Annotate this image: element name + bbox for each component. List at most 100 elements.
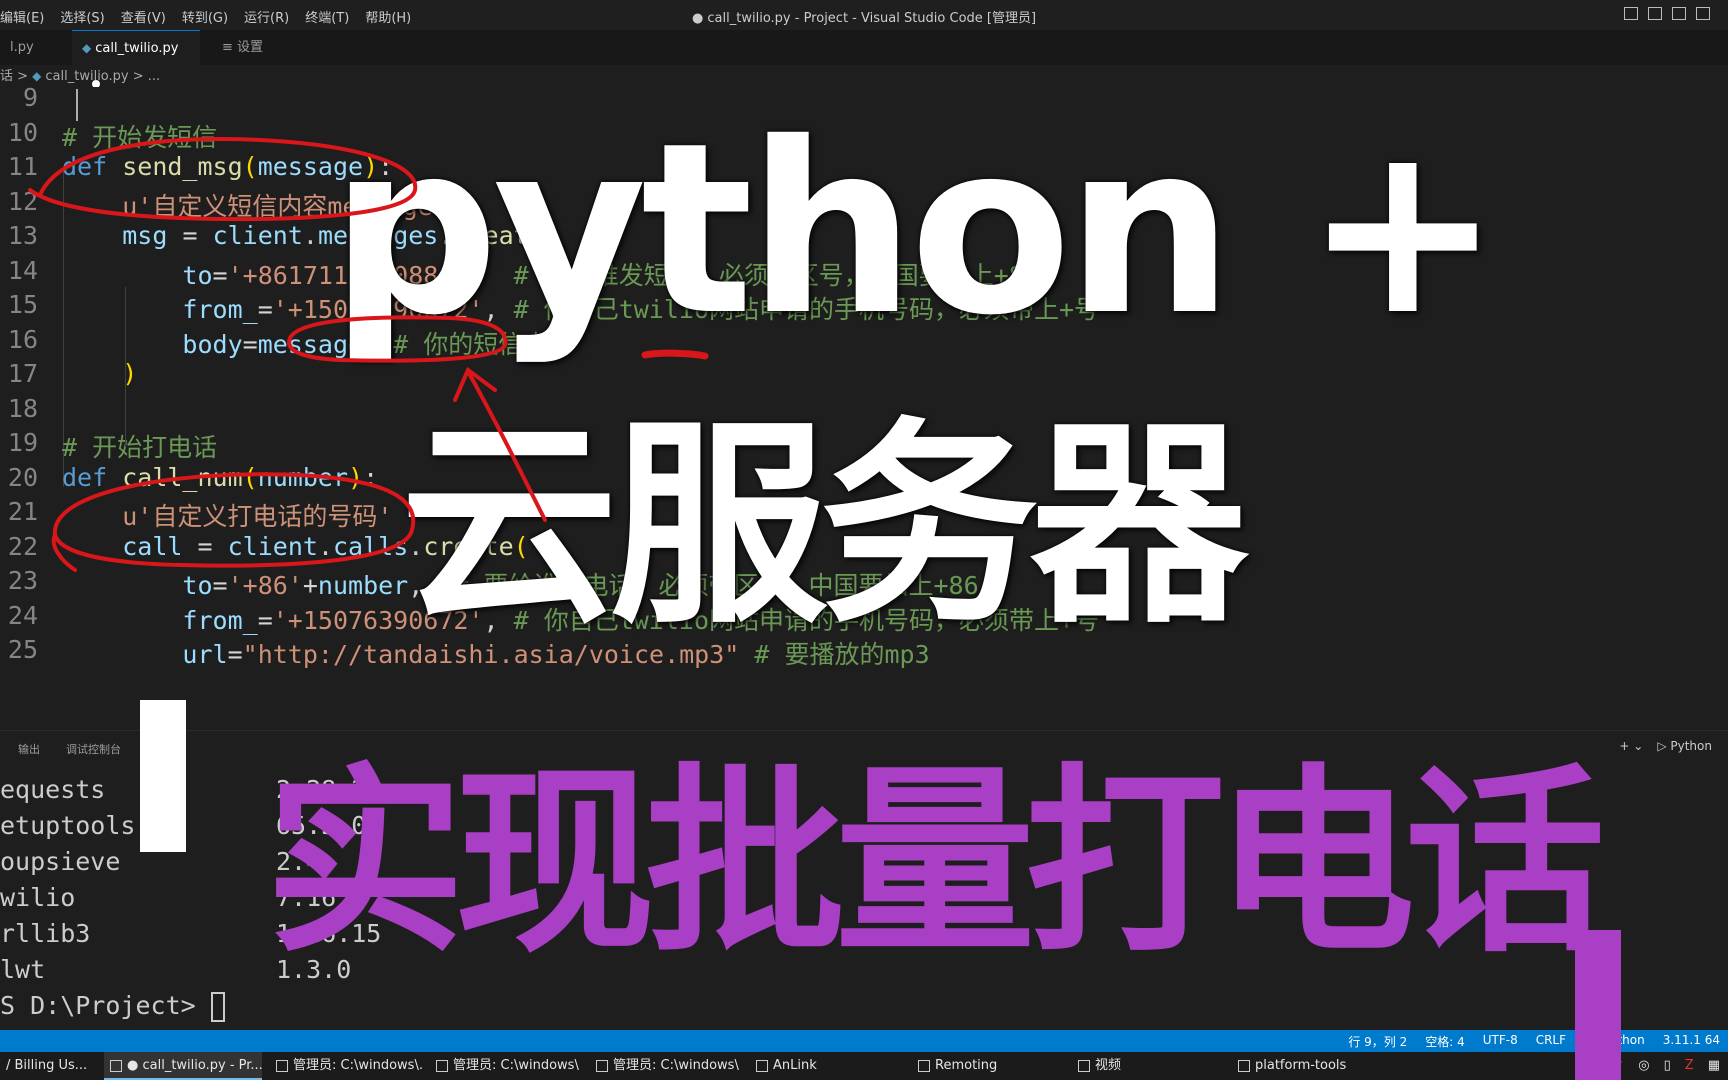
indentation[interactable]: 空格: 4: [1425, 1033, 1465, 1050]
terminal-prompt[interactable]: S D:\Project>: [0, 991, 225, 1027]
package-name: lwt: [0, 955, 46, 984]
system-tray: ⌃ ◎ ▯ Z ▦: [1613, 1058, 1720, 1073]
taskbar-label: 管理员: C:\windows\...: [453, 1058, 580, 1073]
package-name: wilio: [0, 883, 76, 912]
breadcrumb-folder[interactable]: 话 >: [0, 69, 28, 84]
taskbar-label: AnLink: [773, 1058, 817, 1073]
shell-label: Python: [1670, 739, 1712, 753]
line-number: 11: [7, 152, 38, 181]
line-number: 20: [7, 462, 38, 492]
taskbar-item[interactable]: platform-tools: [1232, 1052, 1382, 1080]
toggle-panel-icon[interactable]: [1648, 7, 1662, 20]
tray-usb-icon[interactable]: ▯: [1664, 1058, 1671, 1073]
indent-guide: [125, 287, 126, 447]
breadcrumb-symbols[interactable]: > ...: [133, 69, 160, 84]
taskbar-label: ● call_twilio.py - Pr...: [127, 1058, 262, 1073]
terminal-row: wilio 7.16.5: [0, 883, 366, 919]
tray-filezilla-icon[interactable]: Z: [1685, 1058, 1694, 1073]
menu-bar: 编辑(E) 选择(S) 查看(V) 转到(G) 运行(R) 终端(T) 帮助(H) ● ca…: [0, 0, 1728, 30]
overlay-caption: 实现批量打电话: [265, 747, 1605, 980]
line-number: 16: [7, 324, 38, 354]
taskbar-item[interactable]: 视频: [1072, 1052, 1222, 1080]
new-terminal-plus-icon[interactable]: + ⌄: [1619, 739, 1643, 753]
line-number: 17: [7, 359, 38, 388]
app-icon: [276, 1059, 288, 1072]
tab-debug-console[interactable]: 调试控制台: [66, 741, 121, 757]
breadcrumb-file[interactable]: call_twilio.py: [45, 69, 128, 84]
terminal-output[interactable]: equests 2.28.2 etuptools 65.5.0 oupsieve 2.4 w…: [0, 775, 381, 1027]
python-interpreter[interactable]: 3.11.1 64: [1663, 1033, 1720, 1050]
tab-l-py[interactable]: l.py: [0, 30, 44, 65]
line-number: 10: [7, 117, 38, 147]
app-icon: [1238, 1059, 1250, 1072]
python-file-icon: ◆: [32, 69, 42, 83]
terminal-row: equests 2.28.2: [0, 775, 366, 811]
taskbar-item[interactable]: 管理员: C:\windows\...: [590, 1052, 740, 1080]
taskbar-item[interactable]: 管理员: C:\windows\...: [270, 1052, 422, 1080]
line-number: 9: [22, 87, 38, 112]
tab-output[interactable]: 输出: [18, 741, 40, 757]
text-cursor: [76, 89, 78, 121]
toggle-sidebar-icon[interactable]: [1624, 7, 1638, 20]
app-icon: [110, 1059, 122, 1072]
tab-settings[interactable]: ≡ 设置: [212, 30, 273, 65]
line-number: 21: [7, 497, 38, 526]
prompt-text: S D:\Project>: [0, 991, 211, 1020]
line-number: 25: [7, 635, 38, 664]
code-text: def call_num(number):: [62, 462, 379, 492]
package-name: equests: [0, 775, 106, 804]
cursor-position[interactable]: 行 9，列 2: [1348, 1033, 1407, 1050]
taskbar-item[interactable]: Remoting: [912, 1052, 1062, 1080]
code-text: # 开始打电话: [62, 433, 218, 462]
tab-label: call_twilio.py: [95, 41, 179, 56]
line-number: 23: [7, 566, 38, 595]
layout-controls: [1624, 7, 1710, 20]
app-icon: [1078, 1059, 1090, 1072]
code-text: u'自定义打电话的号码': [122, 502, 393, 531]
terminal-row: oupsieve 2.4: [0, 847, 321, 883]
python-file-icon: ◆: [82, 41, 92, 55]
terminal-icon: ▷: [1657, 739, 1671, 753]
tab-label: 设置: [237, 40, 264, 55]
line-number: 22: [7, 531, 38, 561]
package-name: oupsieve: [0, 847, 121, 876]
overlay-title: python +: [330, 92, 1502, 367]
taskbar-label: Remoting: [935, 1058, 998, 1073]
tab-label: l.py: [10, 40, 34, 55]
code-text: # 开始发短信: [62, 122, 218, 152]
taskbar-item[interactable]: / Billing Us...: [0, 1052, 104, 1080]
breadcrumb: 话 > ◆ call_twilio.py > ...: [0, 65, 160, 87]
overlay-left-bracket: [140, 700, 186, 852]
terminal-cursor: [210, 992, 225, 1022]
line-number: 19: [7, 428, 38, 457]
panel-tabs: 输出 调试控制台: [18, 741, 121, 757]
overlay-subtitle: 云服务器: [400, 400, 1248, 653]
line-number: 24: [7, 600, 38, 630]
app-icon: [918, 1059, 930, 1072]
settings-icon: ≡: [222, 40, 238, 55]
taskbar-label: platform-tools: [1255, 1058, 1347, 1073]
taskbar-item[interactable]: 管理员: C:\windows\...: [430, 1052, 580, 1080]
encoding[interactable]: UTF-8: [1483, 1033, 1518, 1050]
terminal-shell-selector[interactable]: ▷ Python: [1657, 739, 1712, 753]
app-icon: [756, 1059, 768, 1072]
status-bar: 行 9，列 2 空格: 4 UTF-8 CRLF {} Python 3.11.…: [0, 1030, 1728, 1052]
line-number: 15: [7, 290, 38, 319]
package-name: etuptools: [0, 811, 136, 840]
end-of-line[interactable]: CRLF: [1536, 1033, 1566, 1050]
windows-taskbar: ⌃ ◎ ▯ Z ▦ / Billing Us... ● call_twilio.p…: [0, 1052, 1728, 1080]
editor-tabs: l.py ◆ call_twilio.py ≡ 设置: [0, 30, 1728, 88]
tray-app-icon[interactable]: ◎: [1638, 1058, 1649, 1073]
terminal-controls: + ⌄ ▷ Python: [1619, 739, 1712, 753]
terminal-row: etuptools 65.5.0: [0, 811, 366, 847]
toggle-secondary-sidebar-icon[interactable]: [1672, 7, 1686, 20]
taskbar-item[interactable]: ● call_twilio.py - Pr...: [104, 1052, 262, 1080]
customize-layout-icon[interactable]: [1696, 7, 1710, 20]
tray-grid-icon[interactable]: ▦: [1708, 1058, 1720, 1073]
taskbar-label: 管理员: C:\windows\...: [293, 1058, 422, 1073]
tab-call-twilio[interactable]: ◆ call_twilio.py: [72, 30, 200, 88]
taskbar-item[interactable]: AnLink: [750, 1052, 900, 1080]
taskbar-label: 管理员: C:\windows\...: [613, 1058, 740, 1073]
app-icon: [436, 1059, 448, 1072]
app-icon: [596, 1059, 608, 1072]
